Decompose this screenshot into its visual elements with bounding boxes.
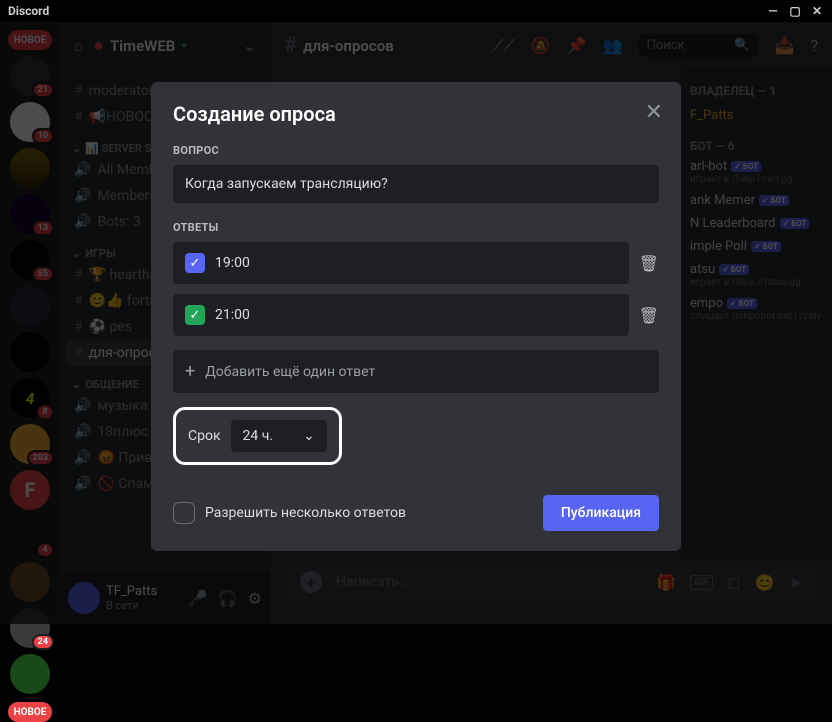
add-answer-button[interactable]: + Добавить ещё один ответ [173,350,659,393]
publish-button[interactable]: Публикация [543,495,659,531]
app-name: Discord [8,4,49,18]
modal-title: Создание опроса [173,102,659,126]
plus-icon: + [185,361,195,382]
duration-select[interactable]: 24 ч. ⌄ [231,420,327,452]
close-icon[interactable]: ✕ [645,100,663,125]
chevron-down-icon: ⌄ [303,428,315,444]
allow-multi-checkbox[interactable] [173,502,195,524]
modal-overlay: ✕ Создание опроса ВОПРОС ОТВЕТЫ ✓19:00🗑✓… [0,22,832,624]
emoji-check[interactable]: ✓ [185,253,205,273]
trash-icon[interactable]: 🗑 [639,254,659,273]
answer-row: ✓19:00 🗑 [173,242,659,284]
answer-input[interactable]: ✓21:00 [173,294,629,336]
allow-multi-label: Разрешить несколько ответов [205,505,533,521]
question-input[interactable] [173,165,659,203]
guild-item[interactable] [10,654,50,694]
answer-input[interactable]: ✓19:00 [173,242,629,284]
guild-new-bottom[interactable]: НОВОЕ [8,702,52,722]
trash-icon[interactable]: 🗑 [639,306,659,325]
window-min[interactable]: — [766,4,780,18]
window-max[interactable]: ▢ [788,4,802,18]
answers-label: ОТВЕТЫ [173,221,659,234]
answer-row: ✓21:00 🗑 [173,294,659,336]
duration-label: Срок [188,428,221,444]
window-close[interactable]: ✕ [810,4,824,18]
duration-section: Срок 24 ч. ⌄ [173,407,342,465]
question-label: ВОПРОС [173,144,659,157]
emoji-check[interactable]: ✓ [185,305,205,325]
poll-modal: ✕ Создание опроса ВОПРОС ОТВЕТЫ ✓19:00🗑✓… [151,82,681,551]
